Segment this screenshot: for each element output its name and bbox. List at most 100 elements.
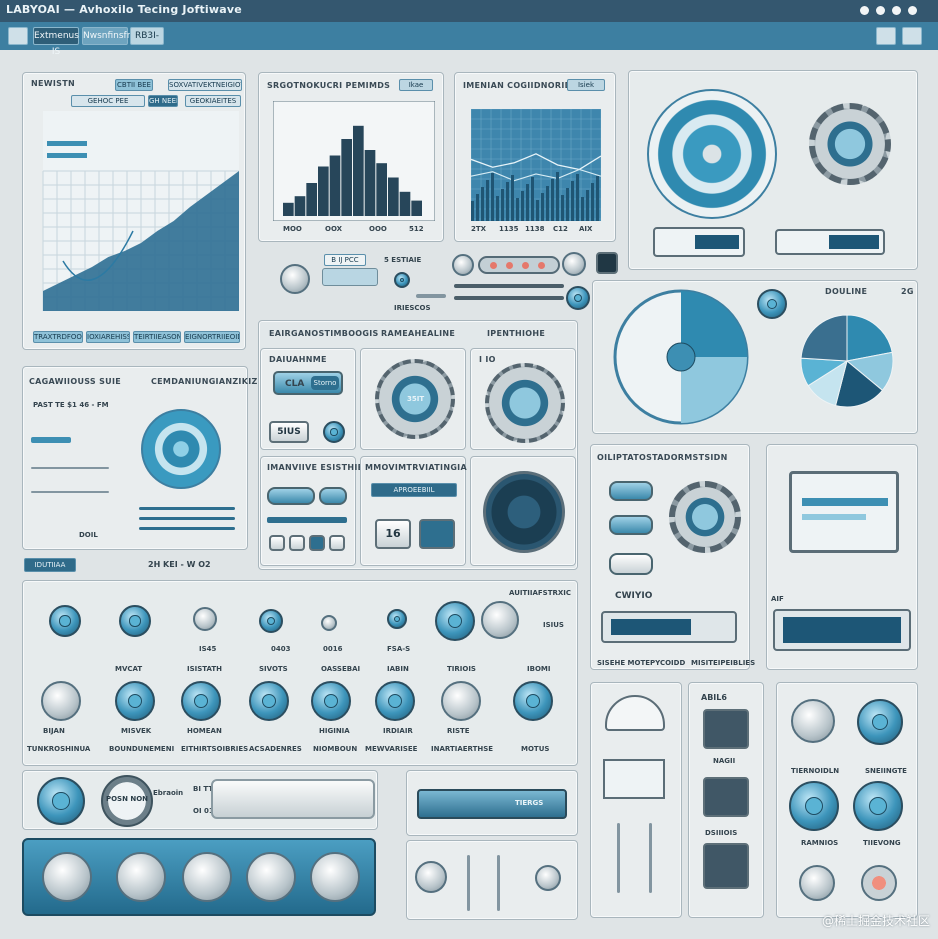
chip[interactable]: CBTII BEE <box>115 79 153 91</box>
footer-chip[interactable]: TRAXTRDFOON <box>33 331 83 343</box>
dial-knob[interactable] <box>181 681 221 721</box>
ikae-button[interactable]: Ikae <box>399 79 433 91</box>
strip-knob-blue[interactable] <box>566 286 590 310</box>
slider-track[interactable] <box>649 823 652 893</box>
toggle-pill[interactable] <box>609 553 653 575</box>
slider-track[interactable] <box>139 517 235 520</box>
dial-knob[interactable] <box>435 601 475 641</box>
dial-knob[interactable] <box>441 681 481 721</box>
dial-knob[interactable] <box>249 681 289 721</box>
footer-chip[interactable]: EIGNORTRIIEOIDS <box>184 331 240 343</box>
dial-knob[interactable] <box>481 601 519 639</box>
clock-dial-icon[interactable] <box>857 699 903 745</box>
toggle-pill[interactable] <box>319 487 347 505</box>
toggle-group[interactable]: CLA Storno <box>273 371 343 395</box>
dial-knob[interactable] <box>193 607 217 631</box>
slider-track[interactable] <box>139 507 235 510</box>
dial-knob[interactable] <box>49 605 81 637</box>
chip[interactable]: GEHOC PEE <box>71 95 145 107</box>
window-dot-icon[interactable] <box>860 6 869 15</box>
dial-knob[interactable] <box>387 609 407 629</box>
slider-track[interactable] <box>267 517 347 523</box>
strip-knob[interactable] <box>562 252 586 276</box>
window-dot-icon[interactable] <box>876 6 885 15</box>
square-button[interactable] <box>703 777 749 817</box>
slider-track[interactable] <box>467 855 470 911</box>
large-dial-icon[interactable] <box>647 89 777 219</box>
window-dot-icon[interactable] <box>892 6 901 15</box>
chip[interactable]: APROEEBIIL <box>371 483 457 497</box>
compass-dial[interactable] <box>611 287 751 427</box>
toggle-pill[interactable] <box>609 515 653 535</box>
dial-knob[interactable] <box>311 681 351 721</box>
chip[interactable]: GH NEEB <box>148 95 178 107</box>
gear-dial-icon[interactable] <box>485 363 565 443</box>
clock-dial-icon[interactable] <box>853 781 903 831</box>
strip-knob[interactable] <box>452 254 474 276</box>
dial-knob[interactable] <box>513 681 553 721</box>
dial-knob[interactable] <box>119 605 151 637</box>
dial-knob[interactable] <box>259 609 283 633</box>
value-button[interactable]: 16 <box>375 519 411 549</box>
clock-dial-icon[interactable] <box>791 699 835 743</box>
square-button[interactable] <box>703 843 749 889</box>
dial-knob[interactable] <box>41 681 81 721</box>
toolbar-button-1[interactable]: Extmenus IS <box>33 27 79 57</box>
bottom-knob[interactable] <box>116 852 166 902</box>
toggle-pill[interactable] <box>267 487 315 505</box>
slider-track[interactable] <box>139 527 235 530</box>
square-button[interactable] <box>309 535 325 551</box>
storno-button[interactable]: Storno <box>311 376 339 390</box>
chip[interactable]: GEOKIAEITES <box>185 95 241 107</box>
footer-chip[interactable]: IOXIAREHISS <box>86 331 130 343</box>
bottom-knob[interactable] <box>310 852 360 902</box>
value-display[interactable]: 5IUS <box>269 421 309 443</box>
minimize-button[interactable] <box>876 27 896 45</box>
square-button[interactable] <box>596 252 618 274</box>
square-button[interactable] <box>703 709 749 749</box>
menu-button[interactable] <box>8 27 28 45</box>
window-dot-icon[interactable] <box>908 6 917 15</box>
slider-track[interactable] <box>454 296 564 300</box>
pen-tool-icon[interactable]: TIERGS <box>417 789 567 819</box>
radar-dial-icon[interactable] <box>483 471 565 553</box>
footer-chip[interactable]: TEIRTIIEASON <box>133 331 181 343</box>
stylus-tool[interactable] <box>211 779 375 819</box>
slider-track[interactable] <box>454 284 564 288</box>
posn-button[interactable]: POSN NON <box>101 775 153 827</box>
slider-track[interactable] <box>416 294 446 298</box>
dial-knob[interactable] <box>37 777 85 825</box>
status-chip[interactable]: IDUTIIAA <box>24 558 76 572</box>
chip[interactable]: B IJ PCC <box>324 254 366 266</box>
small-knob[interactable] <box>415 861 447 893</box>
strip-knob[interactable] <box>280 264 310 294</box>
clock-dial-icon[interactable] <box>861 865 897 901</box>
slider-track[interactable] <box>31 491 109 493</box>
slider-track[interactable] <box>497 855 500 911</box>
toolbar-button-3[interactable]: RB3I- <box>130 27 164 45</box>
bottom-knob[interactable] <box>182 852 232 902</box>
toolbar-button-2[interactable]: Nwsnfinsfrts <box>82 27 139 45</box>
toggle-pill[interactable] <box>609 481 653 501</box>
dial-knob[interactable] <box>375 681 415 721</box>
slider-track[interactable] <box>31 437 71 443</box>
radar-icon[interactable] <box>141 409 221 489</box>
clock-dial-icon[interactable] <box>789 781 839 831</box>
gear-icon[interactable] <box>669 481 741 553</box>
gear-icon[interactable] <box>809 103 891 185</box>
square-button[interactable] <box>269 535 285 551</box>
small-dial-icon[interactable] <box>757 289 787 319</box>
small-knob[interactable] <box>535 865 561 891</box>
strip-knob-small[interactable] <box>394 272 410 288</box>
bottom-knob[interactable] <box>246 852 296 902</box>
clock-dial-icon[interactable] <box>799 865 835 901</box>
slider-track[interactable] <box>617 823 620 893</box>
subpanel-knob[interactable] <box>323 421 345 443</box>
slider-track[interactable] <box>31 467 109 469</box>
bottom-knob[interactable] <box>42 852 92 902</box>
square-button[interactable] <box>289 535 305 551</box>
dial-knob[interactable] <box>321 615 337 631</box>
square-button[interactable] <box>329 535 345 551</box>
isiek-button[interactable]: Isiek <box>567 79 605 91</box>
close-button[interactable] <box>902 27 922 45</box>
